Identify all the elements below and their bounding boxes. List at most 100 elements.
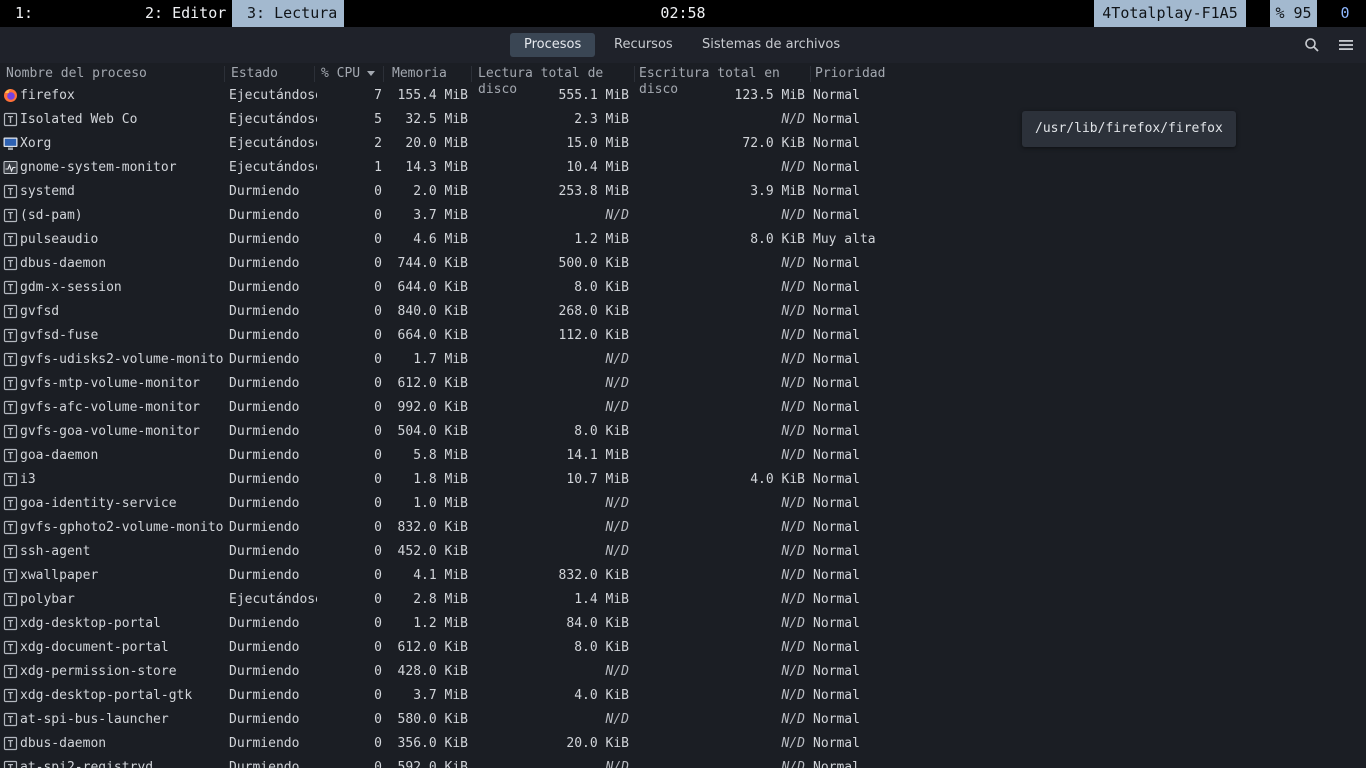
process-disk-write: N/D bbox=[781, 592, 805, 607]
process-name: gnome-system-monitor bbox=[20, 160, 177, 175]
process-priority: Normal bbox=[813, 592, 860, 607]
table-row[interactable]: gvfs-gphoto2-volume-monitor Durmiendo 0 832… bbox=[0, 516, 1366, 540]
table-row[interactable]: at-spi2-registryd Durmiendo 0 592.0 KiB N/D N… bbox=[0, 756, 1366, 768]
table-row[interactable]: ssh-agent Durmiendo 0 452.0 KiB N/D N/D Normal bbox=[0, 540, 1366, 564]
process-disk-read: 500.0 KiB bbox=[558, 256, 629, 271]
sort-descending-icon bbox=[367, 71, 375, 76]
process-name: gvfs-goa-volume-monitor bbox=[20, 424, 201, 439]
workspace-3-active[interactable]: 3: Lectura bbox=[232, 0, 344, 27]
terminal-icon bbox=[3, 376, 18, 391]
table-row[interactable]: dbus-daemon Durmiendo 0 356.0 KiB 20.0 KiB N/… bbox=[0, 732, 1366, 756]
table-row[interactable]: goa-identity-service Durmiendo 0 1.0 MiB N/D… bbox=[0, 492, 1366, 516]
terminal-icon bbox=[3, 736, 18, 751]
process-name: gvfsd bbox=[20, 304, 60, 319]
process-name: xdg-desktop-portal bbox=[20, 616, 161, 631]
process-priority: Normal bbox=[813, 208, 860, 223]
process-name: Xorg bbox=[20, 136, 52, 151]
table-row[interactable]: xdg-desktop-portal-gtk Durmiendo 0 3.7 MiB 4… bbox=[0, 684, 1366, 708]
table-row[interactable]: xdg-desktop-portal Durmiendo 0 1.2 MiB 84.0 … bbox=[0, 612, 1366, 636]
table-row[interactable]: gnome-system-monitor Ejecutándose 1 14.3 Mi… bbox=[0, 156, 1366, 180]
process-memory: 356.0 KiB bbox=[397, 736, 468, 751]
process-priority: Normal bbox=[813, 664, 860, 679]
process-disk-read: 268.0 KiB bbox=[558, 304, 629, 319]
process-name: pulseaudio bbox=[20, 232, 99, 247]
tab-sistemas-de-archivos[interactable]: Sistemas de archivos bbox=[688, 33, 854, 57]
column-header-state[interactable]: Estado bbox=[231, 66, 315, 82]
table-row[interactable]: (sd-pam) Durmiendo 0 3.7 MiB N/D N/D Normal bbox=[0, 204, 1366, 228]
table-row[interactable]: gvfs-udisks2-volume-monitor Durmiendo 0 1.7… bbox=[0, 348, 1366, 372]
process-cpu: 0 bbox=[374, 280, 382, 295]
process-memory: 580.0 KiB bbox=[397, 712, 468, 727]
table-row[interactable]: gvfs-mtp-volume-monitor Durmiendo 0 612.0 K… bbox=[0, 372, 1366, 396]
column-header-disk-write[interactable]: Escritura total en disco bbox=[639, 66, 811, 97]
column-header-disk-read[interactable]: Lectura total de disco bbox=[478, 66, 635, 97]
process-memory: 832.0 KiB bbox=[397, 520, 468, 535]
process-name: systemd bbox=[20, 184, 75, 199]
table-row[interactable]: gdm-x-session Durmiendo 0 644.0 KiB 8.0 KiB N… bbox=[0, 276, 1366, 300]
table-row[interactable]: systemd Durmiendo 0 2.0 MiB 253.8 MiB 3.9 MiB… bbox=[0, 180, 1366, 204]
process-cpu: 0 bbox=[374, 688, 382, 703]
process-name: xdg-permission-store bbox=[20, 664, 177, 679]
search-icon[interactable] bbox=[1303, 36, 1321, 54]
process-disk-write: N/D bbox=[781, 352, 805, 367]
process-name: (sd-pam) bbox=[20, 208, 83, 223]
table-row[interactable]: i3 Durmiendo 0 1.8 MiB 10.7 MiB 4.0 KiB Normal bbox=[0, 468, 1366, 492]
process-name: at-spi-bus-launcher bbox=[20, 712, 169, 727]
process-name: firefox bbox=[20, 88, 75, 103]
table-row[interactable]: gvfsd-fuse Durmiendo 0 664.0 KiB 112.0 KiB N/… bbox=[0, 324, 1366, 348]
table-row[interactable]: xdg-document-portal Durmiendo 0 612.0 KiB 8.… bbox=[0, 636, 1366, 660]
process-state: Ejecutándose bbox=[229, 112, 317, 127]
process-priority: Normal bbox=[813, 616, 860, 631]
workspace-1[interactable]: 1: Navegador bbox=[0, 0, 116, 49]
table-row[interactable]: at-spi-bus-launcher Durmiendo 0 580.0 KiB N/… bbox=[0, 708, 1366, 732]
process-state: Durmiendo bbox=[229, 640, 300, 655]
process-state: Durmiendo bbox=[229, 448, 300, 463]
tab-procesos[interactable]: Procesos bbox=[510, 33, 596, 57]
volume[interactable]: % 95 bbox=[1270, 0, 1317, 27]
terminal-icon bbox=[3, 400, 18, 415]
process-priority: Normal bbox=[813, 448, 860, 463]
table-row[interactable]: polybar Ejecutándose 0 2.8 MiB 1.4 MiB N/D Nor… bbox=[0, 588, 1366, 612]
process-state: Durmiendo bbox=[229, 328, 300, 343]
hamburger-menu-icon[interactable] bbox=[1337, 36, 1355, 54]
table-row[interactable]: gvfs-afc-volume-monitor Durmiendo 0 992.0 K… bbox=[0, 396, 1366, 420]
table-row[interactable]: firefox Ejecutándose 7 155.4 MiB 555.1 MiB 12… bbox=[0, 84, 1366, 108]
workspace-2[interactable]: 2: Editor bbox=[130, 0, 231, 27]
terminal-icon bbox=[3, 208, 18, 223]
terminal-icon bbox=[3, 544, 18, 559]
process-cpu: 0 bbox=[374, 472, 382, 487]
process-disk-read: 1.2 MiB bbox=[574, 232, 629, 247]
process-disk-read: 10.4 MiB bbox=[566, 160, 629, 175]
process-name: goa-daemon bbox=[20, 448, 99, 463]
process-priority: Normal bbox=[813, 760, 860, 768]
process-cpu: 0 bbox=[374, 496, 382, 511]
table-row[interactable]: gvfs-goa-volume-monitor Durmiendo 0 504.0 K… bbox=[0, 420, 1366, 444]
process-disk-write: N/D bbox=[781, 520, 805, 535]
tab-recursos[interactable]: Recursos bbox=[600, 33, 687, 57]
process-disk-write: N/D bbox=[781, 736, 805, 751]
process-disk-read: N/D bbox=[605, 352, 629, 367]
process-priority: Normal bbox=[813, 136, 860, 151]
process-memory: 592.0 KiB bbox=[397, 760, 468, 768]
process-disk-write: N/D bbox=[781, 424, 805, 439]
process-disk-write: N/D bbox=[781, 544, 805, 559]
table-row[interactable]: pulseaudio Durmiendo 0 4.6 MiB 1.2 MiB 8.0 Ki… bbox=[0, 228, 1366, 252]
column-header-name[interactable]: Nombre del proceso bbox=[6, 66, 225, 82]
table-row[interactable]: xwallpaper Durmiendo 0 4.1 MiB 832.0 KiB N/D N… bbox=[0, 564, 1366, 588]
process-cpu: 0 bbox=[374, 400, 382, 415]
table-row[interactable]: goa-daemon Durmiendo 0 5.8 MiB 14.1 MiB N/D No… bbox=[0, 444, 1366, 468]
wifi-network[interactable]: 4Totalplay-F1A5 bbox=[1094, 0, 1246, 27]
process-disk-write: N/D bbox=[781, 400, 805, 415]
column-header-priority[interactable]: Prioridad bbox=[815, 66, 895, 82]
table-row[interactable]: xdg-permission-store Durmiendo 0 428.0 KiB N… bbox=[0, 660, 1366, 684]
terminal-icon bbox=[3, 280, 18, 295]
table-row[interactable]: dbus-daemon Durmiendo 0 744.0 KiB 500.0 KiB N… bbox=[0, 252, 1366, 276]
process-name: polybar bbox=[20, 592, 75, 607]
process-disk-read: 112.0 KiB bbox=[558, 328, 629, 343]
column-header-memory[interactable]: Memoria bbox=[392, 66, 472, 82]
process-cpu: 0 bbox=[374, 256, 382, 271]
process-disk-read: 10.7 MiB bbox=[566, 472, 629, 487]
terminal-icon bbox=[3, 256, 18, 271]
table-row[interactable]: gvfsd Durmiendo 0 840.0 KiB 268.0 KiB N/D Norm… bbox=[0, 300, 1366, 324]
process-disk-write: N/D bbox=[781, 376, 805, 391]
